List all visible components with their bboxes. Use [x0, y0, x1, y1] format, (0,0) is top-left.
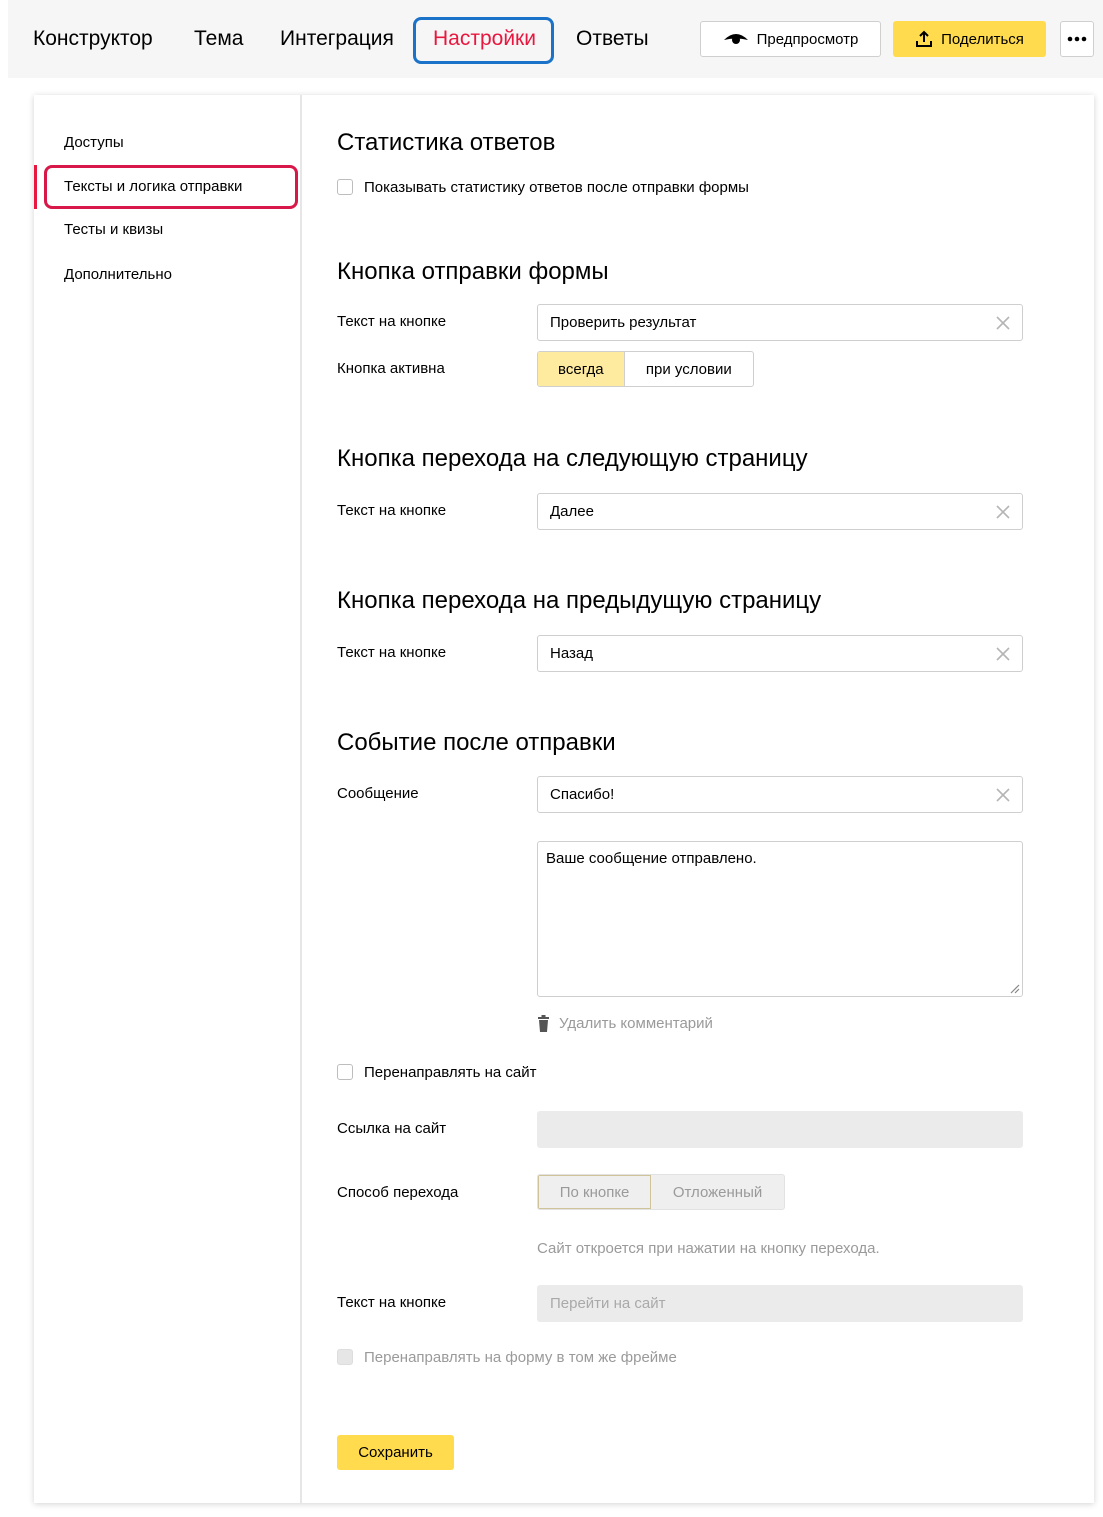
more-dots-icon — [1067, 36, 1087, 42]
tab-integration[interactable]: Интеграция — [280, 26, 394, 52]
share-button[interactable]: Поделиться — [893, 21, 1046, 57]
preview-label: Предпросмотр — [756, 30, 859, 48]
active-item-marker — [34, 165, 37, 209]
redirect-checkbox[interactable] — [337, 1064, 353, 1080]
prev-text-input[interactable]: Назад — [537, 635, 1023, 672]
next-button-section-title: Кнопка перехода на следующую страницу — [337, 445, 808, 472]
sidebar-item-tests-quizzes[interactable]: Тесты и квизы — [64, 221, 163, 238]
submit-active-toggle: всегда при условии — [537, 351, 754, 387]
button-text-input[interactable]: Перейти на сайт — [537, 1285, 1023, 1322]
resize-handle-icon[interactable] — [1008, 982, 1020, 994]
delete-comment-label: Удалить комментарий — [559, 1015, 713, 1032]
tab-answers[interactable]: Ответы — [576, 26, 649, 52]
top-navigation: Конструктор Тема Интеграция Настройки От… — [8, 0, 1103, 78]
method-toggle: По кнопке Отложенный — [537, 1174, 785, 1210]
save-button[interactable]: Сохранить — [337, 1435, 454, 1470]
submit-text-input[interactable]: Проверить результат — [537, 304, 1023, 341]
tab-theme[interactable]: Тема — [194, 26, 243, 52]
prev-button-section-title: Кнопка перехода на предыдущую страницу — [337, 587, 822, 614]
same-frame-label: Перенаправлять на форму в том же фрейме — [364, 1349, 677, 1366]
comment-value: Ваше сообщение отправлено. — [546, 850, 757, 867]
clear-icon[interactable] — [994, 314, 1012, 332]
submit-text-value: Проверить результат — [550, 314, 697, 331]
sidebar-item-access[interactable]: Доступы — [64, 134, 124, 151]
method-hint: Сайт откроется при нажатии на кнопку пер… — [537, 1240, 880, 1257]
button-text-placeholder: Перейти на сайт — [550, 1295, 666, 1312]
clear-icon[interactable] — [994, 645, 1012, 663]
prev-text-value: Назад — [550, 645, 593, 662]
stats-checkbox[interactable] — [337, 179, 353, 195]
eye-icon — [723, 34, 748, 44]
option-always[interactable]: всегда — [538, 352, 624, 386]
method-label: Способ перехода — [337, 1184, 459, 1201]
sidebar-item-advanced[interactable]: Дополнительно — [64, 266, 172, 283]
tab-settings-highlight — [413, 17, 554, 64]
more-button[interactable] — [1060, 21, 1094, 57]
clear-icon[interactable] — [994, 503, 1012, 521]
link-input[interactable] — [537, 1111, 1023, 1148]
option-delayed[interactable]: Отложенный — [651, 1175, 784, 1209]
stats-checkbox-label: Показывать статистику ответов после отпр… — [364, 179, 749, 196]
link-label: Ссылка на сайт — [337, 1120, 447, 1137]
next-text-input[interactable]: Далее — [537, 493, 1023, 530]
trash-icon — [538, 1015, 549, 1032]
option-on-condition[interactable]: при условии — [623, 352, 753, 386]
prev-text-label: Текст на кнопке — [337, 644, 447, 661]
submit-text-label: Текст на кнопке — [337, 313, 447, 330]
settings-card: Доступы Тексты и логика отправки Тесты и… — [34, 95, 1094, 1503]
share-label: Поделиться — [941, 30, 1024, 48]
preview-button[interactable]: Предпросмотр — [700, 21, 881, 57]
message-label: Сообщение — [337, 785, 419, 802]
same-frame-checkbox[interactable] — [337, 1349, 353, 1365]
after-submit-section-title: Событие после отправки — [337, 729, 616, 756]
stats-title: Статистика ответов — [337, 129, 556, 156]
upload-icon — [916, 30, 933, 47]
option-by-button[interactable]: По кнопке — [538, 1175, 652, 1209]
next-text-value: Далее — [550, 503, 594, 520]
comment-textarea[interactable]: Ваше сообщение отправлено. — [537, 841, 1023, 997]
settings-sidebar: Доступы Тексты и логика отправки Тесты и… — [34, 95, 302, 1503]
next-text-label: Текст на кнопке — [337, 502, 447, 519]
submit-button-section-title: Кнопка отправки формы — [337, 258, 609, 285]
tab-constructor[interactable]: Конструктор — [33, 26, 153, 52]
button-text-label: Текст на кнопке — [337, 1294, 447, 1311]
clear-icon[interactable] — [994, 786, 1012, 804]
sidebar-item-highlight — [44, 165, 298, 209]
submit-active-label: Кнопка активна — [337, 360, 445, 377]
redirect-label: Перенаправлять на сайт — [364, 1064, 537, 1081]
delete-comment-button[interactable]: Удалить комментарий — [537, 1015, 713, 1032]
message-value: Спасибо! — [550, 786, 615, 803]
message-input[interactable]: Спасибо! — [537, 776, 1023, 813]
